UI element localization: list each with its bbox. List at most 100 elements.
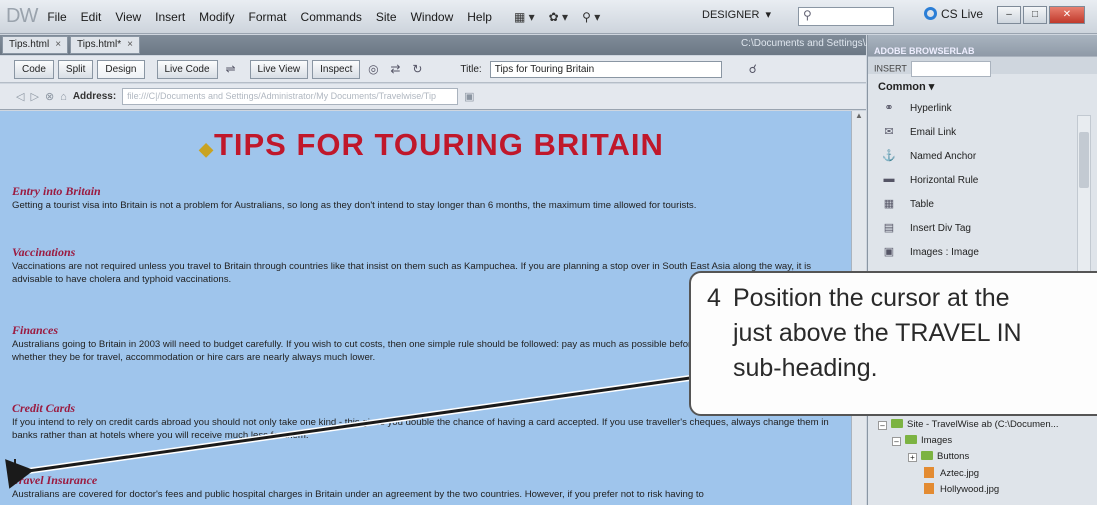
cs-live-button[interactable]: CS Live: [924, 7, 983, 21]
right-panel: ADOBE BROWSERLAB INSERT Common ▾ ⚭ Hyperl…: [867, 35, 1097, 505]
expand-icon[interactable]: +: [908, 453, 917, 462]
main-menu: File Edit View Insert Modify Format Comm…: [47, 10, 492, 24]
folder-icon: [905, 435, 917, 444]
menu-insert[interactable]: Insert: [155, 10, 185, 24]
browserlab-panel-title[interactable]: ADOBE BROWSERLAB: [868, 35, 1097, 56]
maximize-button[interactable]: □: [1023, 6, 1047, 24]
layout-icon[interactable]: ▦ ▾: [514, 10, 535, 24]
menu-file[interactable]: File: [47, 10, 66, 24]
tree-item-images[interactable]: – Images: [868, 435, 1097, 451]
scroll-thumb[interactable]: [1079, 132, 1089, 188]
image-icon: ▣: [883, 246, 895, 258]
section-text: Australians are covered for doctor's fee…: [12, 489, 704, 500]
insert-div-tag[interactable]: ▤ Insert Div Tag: [868, 216, 1097, 240]
address-label: Address:: [72, 91, 117, 102]
tree-label: Buttons: [937, 451, 970, 462]
browser-preview-icon[interactable]: ◎: [364, 61, 382, 78]
inspect-button[interactable]: Inspect: [312, 59, 361, 79]
insert-email-link[interactable]: ✉ Email Link: [868, 120, 1097, 144]
check-page-icon[interactable]: ☌: [744, 61, 762, 78]
design-view-button[interactable]: Design: [97, 59, 145, 79]
menubar: DW File Edit View Insert Modify Format C…: [0, 0, 1097, 34]
site-icon[interactable]: ⚲ ▾: [582, 10, 600, 24]
stop-icon[interactable]: ⊗: [45, 90, 54, 103]
insert-horizontal-rule[interactable]: ▬ Horizontal Rule: [868, 168, 1097, 192]
scroll-up-icon[interactable]: ▲: [852, 111, 866, 125]
menu-view[interactable]: View: [115, 10, 141, 24]
menu-window[interactable]: Window: [411, 10, 454, 24]
app-logo: DW: [6, 5, 38, 27]
address-options-icon[interactable]: ▣: [464, 90, 474, 103]
window-controls: – □ ✕: [997, 6, 1085, 24]
folder-icon: [891, 419, 903, 428]
section-heading: Travel Insurance: [12, 473, 98, 487]
section-entry: Entry into Britain Getting a tourist vis…: [12, 184, 838, 212]
insert-image[interactable]: ▣ Images : Image: [868, 240, 1097, 264]
file-management-icon[interactable]: ⇄: [386, 61, 404, 78]
title-label: Title:: [460, 63, 482, 75]
cs-live-icon: [924, 7, 937, 20]
insert-panel-title[interactable]: INSERT: [868, 56, 1097, 77]
category-dropdown[interactable]: Common ▾: [868, 74, 1097, 96]
extend-icon[interactable]: ✿ ▾: [549, 10, 568, 24]
insert-item-label: Horizontal Rule: [910, 174, 979, 186]
insert-item-label: Hyperlink: [910, 102, 952, 114]
email-icon: ✉: [884, 126, 894, 138]
menu-help[interactable]: Help: [467, 10, 492, 24]
anchor-icon: ⚓: [882, 150, 896, 162]
insert-table[interactable]: ▦ Table: [868, 192, 1097, 216]
tree-label: Site - TravelWise ab (C:\Documen...: [907, 419, 1059, 430]
search-input[interactable]: ⚲: [798, 7, 894, 26]
insert-named-anchor[interactable]: ⚓ Named Anchor: [868, 144, 1097, 168]
insert-item-label: Named Anchor: [910, 150, 977, 162]
live-code-button[interactable]: Live Code: [156, 59, 218, 79]
close-icon[interactable]: ×: [127, 39, 133, 50]
workspace-switcher[interactable]: DESIGNER ▾: [702, 8, 771, 21]
collapse-icon[interactable]: –: [878, 421, 887, 430]
callout-line-2: just above the TRAVEL IN: [733, 319, 1022, 347]
forward-icon[interactable]: ▷: [30, 90, 38, 103]
div-tag-icon: ▤: [883, 222, 895, 234]
menu-modify[interactable]: Modify: [199, 10, 234, 24]
folder-icon: [921, 451, 933, 460]
tree-item-file[interactable]: Aztec.jpg: [868, 467, 1097, 483]
tree-item-site[interactable]: – Site - TravelWise ab (C:\Documen...: [868, 419, 1097, 435]
back-icon[interactable]: ◁: [16, 90, 24, 103]
page-title: ◆TIPS FOR TOURING BRITAIN: [12, 127, 851, 163]
section-text: Getting a tourist visa into Britain is n…: [12, 200, 697, 211]
menu-edit[interactable]: Edit: [81, 10, 102, 24]
page-title-text: TIPS FOR TOURING BRITAIN: [213, 127, 664, 162]
minimize-button[interactable]: –: [997, 6, 1021, 24]
tree-label: Images: [921, 435, 953, 446]
section-text: If you intend to rely on credit cards ab…: [12, 417, 829, 441]
title-input[interactable]: Tips for Touring Britain: [489, 60, 722, 78]
close-button[interactable]: ✕: [1049, 6, 1085, 24]
category-label: Common: [878, 81, 926, 93]
live-view-button[interactable]: Live View: [249, 59, 309, 79]
address-input[interactable]: file:///C|/Documents and Settings/Admini…: [122, 88, 459, 105]
insert-label: INSERT: [874, 63, 907, 74]
document-toolbar: Code Split Design Live Code ⇌ Live View …: [0, 56, 866, 83]
tab-tips-html-modified[interactable]: Tips.html* ×: [70, 36, 140, 54]
refresh-design-icon[interactable]: ⇌: [222, 61, 240, 78]
bulb-icon: ◆: [199, 139, 214, 159]
menubar-icons: ▦ ▾ ✿ ▾ ⚲ ▾: [514, 10, 600, 24]
menu-site[interactable]: Site: [376, 10, 397, 24]
tree-item-buttons[interactable]: + Buttons: [868, 451, 1097, 467]
close-icon[interactable]: ×: [55, 39, 61, 50]
insert-item-label: Email Link: [910, 126, 957, 138]
tab-tips-html[interactable]: Tips.html ×: [2, 36, 69, 54]
menu-format[interactable]: Format: [249, 10, 287, 24]
text-cursor: [14, 459, 16, 474]
refresh-icon[interactable]: ↻: [408, 61, 426, 78]
collapse-icon[interactable]: –: [892, 437, 901, 446]
tree-item-file[interactable]: Hollywood.jpg: [868, 483, 1097, 499]
code-view-button[interactable]: Code: [14, 59, 54, 79]
split-view-button[interactable]: Split: [57, 59, 94, 79]
insert-item-label: Insert Div Tag: [910, 222, 971, 234]
home-icon[interactable]: ⌂: [60, 91, 67, 103]
tree-label: Hollywood.jpg: [940, 484, 1000, 495]
insert-hyperlink[interactable]: ⚭ Hyperlink: [868, 96, 1097, 120]
callout-step-number: 4: [707, 284, 721, 312]
menu-commands[interactable]: Commands: [301, 10, 362, 24]
